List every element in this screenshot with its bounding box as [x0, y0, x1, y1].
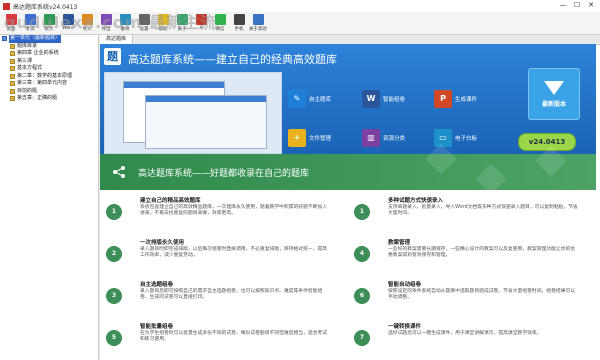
tree-item[interactable]: 第五章：正确的题: [0, 95, 98, 103]
word-icon: W: [362, 90, 380, 108]
feature-5[interactable]: ▥ 资源分类: [362, 129, 405, 147]
banner: 题 高达题库系统——建立自己的经典高效题库 ✎ 自主题库 W 智能组卷 P 生成课件 + 文件…: [100, 44, 596, 154]
screenshot-preview: [104, 72, 282, 154]
phone-icon: [233, 14, 245, 25]
card-number-badge: 5: [106, 330, 122, 346]
card-description: 一些好的教案需要长期保存，一些精心设计的教案可以反复使用，教案管理功能让你的优秀…: [388, 247, 576, 259]
download-label: 最新版本: [541, 101, 566, 108]
whiteboard-icon: ▭: [434, 129, 452, 147]
toolbar-button[interactable]: 手机: [230, 12, 248, 34]
tree-item-label: 第四章 企业的系统: [17, 50, 59, 56]
logo-icon: 题: [104, 48, 121, 65]
minimize-button[interactable]: —: [556, 0, 570, 11]
folder-icon: [10, 81, 15, 87]
card-number-badge: 2: [106, 246, 122, 262]
feature-1[interactable]: ✎ 自主题库: [288, 90, 331, 108]
card-number-badge: 6: [354, 288, 370, 304]
feature-cards: 1 建立自己的精品高效题库 系统包含建立自己的高效精品题库，一次建库永久使用，随着教…: [100, 190, 596, 360]
folder-icon: [10, 88, 15, 94]
download-arrow-icon: [544, 81, 564, 95]
card-number-badge: 3: [106, 288, 122, 304]
tree-item-label: 第五章：正确的题: [17, 95, 58, 101]
feature-2[interactable]: W 智能组卷: [362, 90, 405, 108]
share-icon: [113, 166, 125, 178]
feature-label: 智能组卷: [383, 97, 406, 103]
card-title: 智能自动组卷: [388, 282, 422, 288]
toolbar-label: 关于高达: [249, 27, 267, 32]
folder-icon: [10, 51, 15, 57]
card-title: 一次排版永久使用: [140, 240, 185, 246]
card-number-badge: 1: [354, 204, 370, 220]
toolbar-label: 手机: [234, 27, 244, 32]
card-description: 按照设定的条件系统自动从题库中选取题目组成试卷，节省大量组卷时间，组卷结果可以手…: [388, 289, 576, 301]
card-title: 多种试题方式快速录入: [388, 198, 444, 204]
download-button[interactable]: 最新版本: [528, 68, 580, 120]
tree-item[interactable]: 第三章：第四单元内容: [0, 80, 98, 88]
tree-item-label: 第三章：第四单元内容: [17, 80, 68, 86]
feature-label: 自主题库: [309, 97, 332, 103]
section-title: 高达题库系统——好题都收录在自己的题库: [138, 169, 310, 179]
feature-label: 资源分类: [383, 136, 406, 142]
card-title: 建立自己的精品高效题库: [140, 198, 201, 204]
card-title: 自主选题组卷: [140, 282, 174, 288]
banner-title: 高达题库系统——建立自己的经典高效题库: [128, 53, 337, 66]
feature-3[interactable]: P 生成课件: [434, 90, 477, 108]
tree-item[interactable]: 题库目录: [0, 43, 98, 51]
folder-icon: [10, 66, 15, 72]
info-icon: [252, 14, 264, 25]
tree-item-label: 第二章：数学的基本原理: [17, 72, 73, 79]
card-description: 在为学生组卷时可以批量生成多份不同的试卷，每份试卷题目不同但难度相当，适合考试和…: [140, 331, 328, 343]
tree-item-label: 第三课: [17, 57, 33, 64]
ppt-icon: P: [434, 90, 452, 108]
folder-open-icon: [2, 36, 7, 42]
card-description: 选好试题后可以一键生成课件，用于课堂讲解演示，提高课堂教学效率。: [388, 331, 542, 336]
books-icon: ▥: [362, 129, 380, 147]
watermark: qudulexa.com 最新主流: [4, 13, 217, 32]
feature-label: 文件管理: [309, 136, 332, 142]
tree-item-label: 目前的题: [17, 87, 38, 94]
preview-window-front: [145, 95, 267, 149]
card-description: 录入题目后即可按照自己的需求自主选题组卷，也可以按照知识点、难度等条件智能组卷，…: [140, 289, 323, 301]
maximize-button[interactable]: ☐: [570, 0, 584, 11]
sidebar-tree[interactable]: 第一单元（最新题目） 题库目录 第四章 企业的系统 第三课 基本方程式 第二章：数学的基本…: [0, 35, 99, 360]
card-number-badge: 7: [354, 330, 370, 346]
tree-item[interactable]: 目前的题: [0, 88, 98, 96]
folder-icon: [10, 96, 15, 102]
card-title: 智能批量组卷: [140, 324, 174, 330]
card-title: 教案管理: [388, 240, 411, 246]
folder-icon: [10, 43, 15, 49]
tree-item-label: 基本方程式: [17, 65, 43, 71]
tree-item[interactable]: 第四章 企业的系统: [0, 50, 98, 58]
tree-item[interactable]: 第三课: [0, 58, 98, 66]
folder-icon: [10, 58, 15, 64]
toolbar-button[interactable]: 关于高达: [249, 12, 267, 34]
tree-item[interactable]: 基本方程式: [0, 65, 98, 73]
card-description: 支持单题录入、批量录入、导入Word文档等多种方式快速录入题目，可以复制粘贴，节…: [388, 205, 578, 217]
folder-icon: [10, 73, 15, 79]
card-number-badge: 4: [354, 246, 370, 262]
feature-label: 生成课件: [455, 97, 478, 103]
card-number-badge: 1: [106, 204, 122, 220]
window-controls: — ☐ ✕: [556, 0, 598, 11]
document-panel: 高达题库 题 高达题库系统——建立自己的经典高效题库 ✎ 自主题库 W 智能组卷 P 生成…: [100, 35, 600, 360]
folder-icon: +: [288, 129, 306, 147]
tree-item[interactable]: 第二章：数学的基本原理: [0, 73, 98, 81]
feature-4[interactable]: + 文件管理: [288, 129, 331, 147]
card-description: 录入题目时即完成排版，以后每次组卷时直接调用，不必重复排版，保持格式统一，提高工…: [140, 247, 328, 259]
section-header: 高达题库系统——好题都收录在自己的题库: [100, 143, 596, 195]
book-icon: ✎: [288, 90, 306, 108]
card-description: 系统包含建立自己的高效精品题库，一次建库永久使用，随着教学中积累的好题不断加入进…: [140, 205, 328, 217]
tree-item-label: 第一单元（最新题目）: [9, 35, 62, 43]
tree-item[interactable]: 第一单元（最新题目）: [0, 35, 98, 43]
card-title: 一键转换课件: [388, 324, 422, 330]
tab-home[interactable]: 高达题库: [100, 35, 134, 44]
feature-label: 电子白板: [455, 136, 478, 142]
tree-item-label: 题库目录: [17, 42, 38, 49]
close-button[interactable]: ✕: [584, 0, 598, 11]
